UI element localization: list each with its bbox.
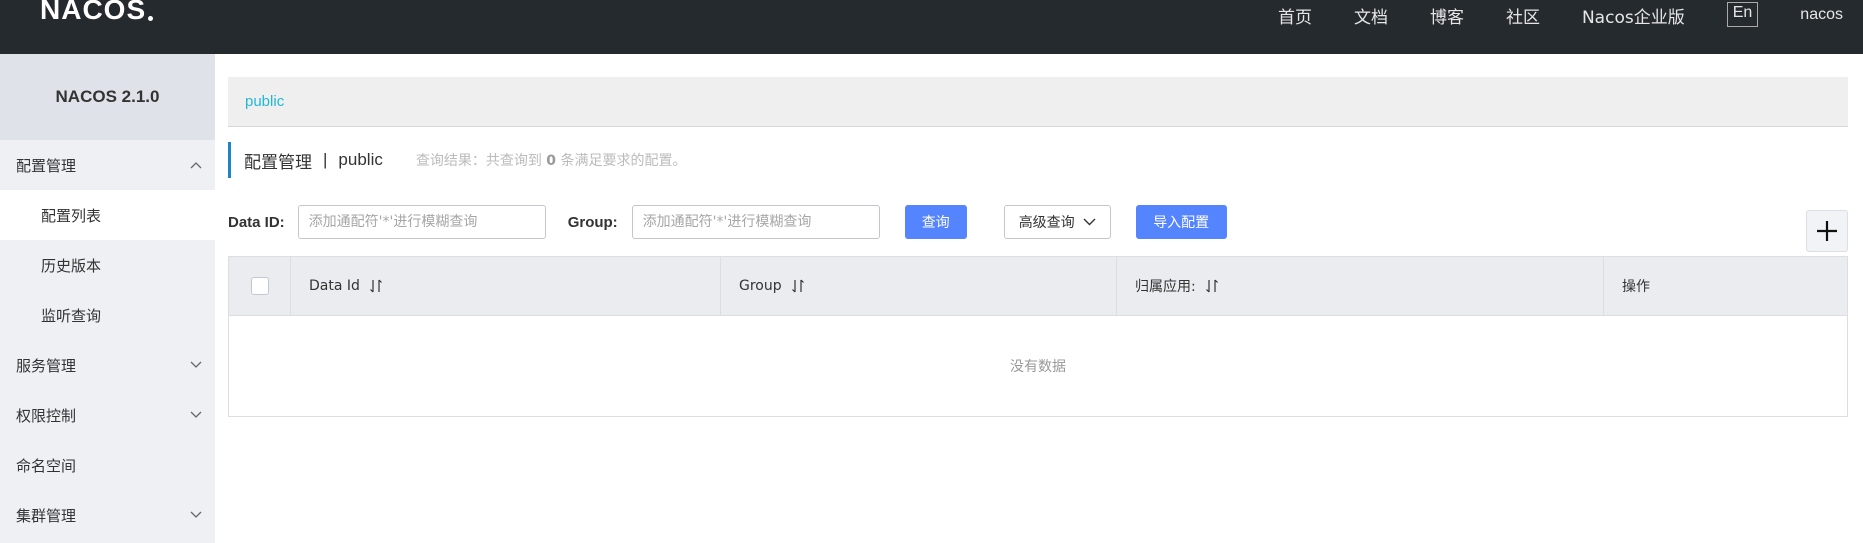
sidebar-group-label: 服务管理 <box>16 356 77 375</box>
filter-bar: Data ID: Group: 查询 高级查询 导入配置 <box>228 204 1227 240</box>
sidebar: NACOS 2.1.0 配置管理 配置列表 历史版本 监听查询 服务管理 权限控… <box>0 54 215 543</box>
chevron-down-icon <box>189 408 203 422</box>
sidebar-item-listener-query[interactable]: 监听查询 <box>0 290 215 340</box>
column-header-data-id[interactable]: Data Id <box>291 257 721 315</box>
page-title: 配置管理 <box>244 152 312 173</box>
column-label: Data Id <box>309 278 360 294</box>
config-submenu: 配置列表 历史版本 监听查询 <box>0 190 215 340</box>
sort-icon[interactable] <box>369 279 383 293</box>
data-id-label: Data ID: <box>228 213 285 231</box>
search-button[interactable]: 查询 <box>904 205 967 239</box>
column-label: 归属应用: <box>1135 279 1196 295</box>
logo-text: NACOS <box>40 0 147 25</box>
data-id-input[interactable] <box>297 205 546 239</box>
advanced-search-label: 高级查询 <box>1018 215 1075 231</box>
nav-docs[interactable]: 文档 <box>1354 3 1388 28</box>
column-header-app[interactable]: 归属应用: <box>1117 257 1604 315</box>
result-count: 0 <box>546 153 557 169</box>
result-suffix: 条满足要求的配置。 <box>560 153 687 169</box>
namespace-bar: public <box>228 77 1848 127</box>
language-switch-button[interactable]: En <box>1726 1 1759 27</box>
chevron-down-icon <box>1083 218 1096 226</box>
result-prefix: 查询结果：共查询到 <box>415 153 542 169</box>
nav-home[interactable]: 首页 <box>1278 3 1312 28</box>
sidebar-group-label: 配置管理 <box>16 156 77 175</box>
top-nav: 首页 文档 博客 社区 Nacos企业版 En nacos <box>1278 0 1863 30</box>
select-all-checkbox[interactable] <box>250 277 269 295</box>
plus-icon <box>1817 221 1837 241</box>
title-namespace: public <box>338 150 383 169</box>
top-header: NACOS 首页 文档 博客 社区 Nacos企业版 En nacos <box>0 0 1863 54</box>
select-all-cell <box>229 257 291 315</box>
group-label: Group: <box>567 213 618 231</box>
user-menu[interactable]: nacos <box>1800 6 1843 24</box>
nav-enterprise[interactable]: Nacos企业版 <box>1582 3 1685 28</box>
sidebar-group-service-management[interactable]: 服务管理 <box>0 340 215 390</box>
sidebar-group-cluster-management[interactable]: 集群管理 <box>0 490 215 540</box>
sidebar-group-label: 命名空间 <box>16 456 77 475</box>
query-result-summary: 查询结果：共查询到 0 条满足要求的配置。 <box>416 150 687 170</box>
add-config-button[interactable] <box>1806 210 1848 252</box>
column-label: 操作 <box>1622 279 1650 295</box>
table-body: 没有数据 <box>229 316 1847 416</box>
chevron-down-icon <box>189 508 203 522</box>
main-content: public 配置管理 | public 查询结果：共查询到 0 条满足要求的配… <box>215 54 1863 543</box>
sidebar-group-label: 集群管理 <box>16 506 77 525</box>
table-header: Data Id Group 归属应用: 操作 <box>229 257 1847 316</box>
version-label: NACOS 2.1.0 <box>0 54 215 140</box>
column-header-group[interactable]: Group <box>721 257 1117 315</box>
config-table: Data Id Group 归属应用: 操作 没有数据 <box>228 256 1848 417</box>
chevron-down-icon <box>189 358 203 372</box>
sidebar-group-access-control[interactable]: 权限控制 <box>0 390 215 440</box>
advanced-search-button[interactable]: 高级查询 <box>1003 205 1111 239</box>
sort-icon[interactable] <box>791 279 805 293</box>
chevron-up-icon <box>189 158 203 172</box>
sidebar-item-namespace[interactable]: 命名空间 <box>0 440 215 490</box>
logo-dot <box>148 15 154 21</box>
namespace-link-public[interactable]: public <box>245 93 284 110</box>
column-label: Group <box>739 278 782 294</box>
group-input[interactable] <box>631 205 880 239</box>
import-config-button[interactable]: 导入配置 <box>1135 205 1227 239</box>
empty-state-text: 没有数据 <box>1010 359 1066 375</box>
column-header-actions: 操作 <box>1604 257 1847 315</box>
nav-community[interactable]: 社区 <box>1506 3 1540 28</box>
sidebar-item-history[interactable]: 历史版本 <box>0 240 215 290</box>
sidebar-item-config-list[interactable]: 配置列表 <box>0 190 215 240</box>
sort-icon[interactable] <box>1205 279 1219 293</box>
nav-blog[interactable]: 博客 <box>1430 3 1464 28</box>
page-title-row: 配置管理 | public 查询结果：共查询到 0 条满足要求的配置。 <box>228 142 687 178</box>
nacos-logo[interactable]: NACOS <box>40 0 154 26</box>
sidebar-group-label: 权限控制 <box>16 406 77 425</box>
sidebar-group-config-management[interactable]: 配置管理 <box>0 140 215 190</box>
title-separator: | <box>323 150 328 169</box>
